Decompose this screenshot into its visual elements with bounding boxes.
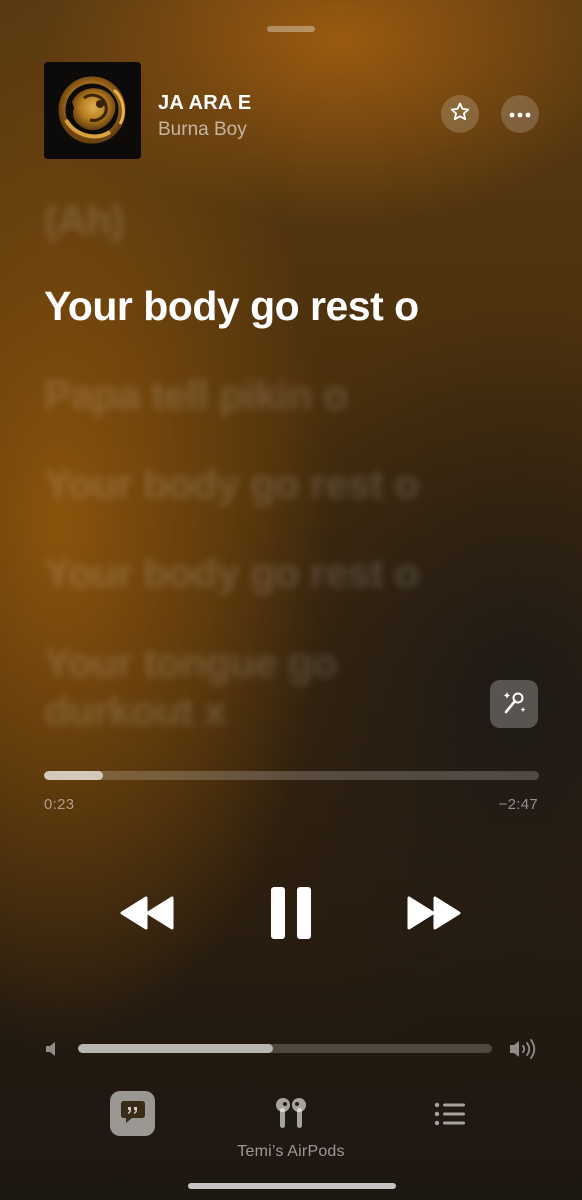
output-device-label: Temi’s AirPods — [237, 1143, 345, 1160]
lyric-line[interactable]: Your body go rest o — [44, 550, 419, 597]
elapsed-time: 0:23 — [44, 796, 75, 813]
favorite-button[interactable] — [441, 95, 479, 133]
volume-level-fill — [78, 1044, 273, 1053]
album-artwork[interactable] — [44, 62, 141, 159]
rewind-button[interactable] — [116, 893, 176, 937]
track-artist[interactable]: Burna Boy — [158, 119, 247, 141]
track-title: JA ARA E — [158, 92, 252, 114]
airpods-icon — [272, 1098, 310, 1136]
pause-button[interactable] — [264, 885, 318, 945]
now-playing-header: JA ARA E Burna Boy — [44, 62, 539, 159]
microphone-sparkle-icon — [500, 688, 528, 721]
background-gradient — [0, 0, 582, 1200]
speaker-high-icon — [508, 1038, 538, 1060]
more-options-button[interactable] — [501, 95, 539, 133]
home-indicator[interactable] — [188, 1183, 396, 1189]
fast-forward-icon — [407, 896, 463, 935]
speaker-low-icon — [44, 1040, 62, 1058]
rewind-icon — [118, 896, 174, 935]
fast-forward-button[interactable] — [405, 893, 465, 937]
remaining-time: −2:47 — [498, 796, 538, 813]
lyrics-toggle-button[interactable] — [110, 1091, 155, 1136]
lyric-line[interactable]: Your tongue go — [44, 640, 337, 687]
lyric-line[interactable]: Papa tell pikin o — [44, 372, 348, 419]
playback-progress-fill — [44, 771, 104, 780]
pause-icon — [269, 885, 313, 946]
star-icon — [449, 101, 471, 128]
sing-along-button[interactable] — [490, 680, 538, 728]
queue-button[interactable] — [433, 1100, 467, 1128]
ellipsis-icon — [509, 105, 531, 123]
lyric-line[interactable]: Your body go rest o — [44, 461, 419, 508]
lyric-line-active[interactable]: Your body go rest o — [44, 283, 419, 330]
list-icon — [433, 1102, 467, 1132]
playback-scrubber[interactable] — [44, 771, 539, 780]
lyric-line[interactable]: (Ah) — [44, 197, 124, 244]
quote-bubble-icon — [118, 1096, 148, 1131]
sheet-grabber[interactable] — [267, 26, 315, 32]
lyric-line[interactable]: durkout x — [44, 688, 227, 735]
volume-slider[interactable] — [78, 1044, 492, 1053]
airplay-device-button[interactable] — [272, 1096, 310, 1132]
